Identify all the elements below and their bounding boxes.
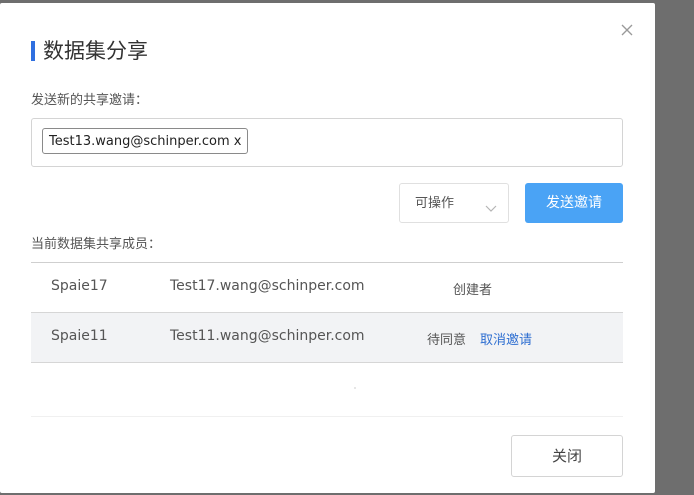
title-accent-bar <box>31 41 35 61</box>
members-table: Spaie17 Test17.wang@schinper.com 创建者 Spa… <box>31 262 623 363</box>
member-email: Test11.wang@schinper.com <box>170 328 365 344</box>
member-status: 创建者 <box>453 283 493 298</box>
divider-dot <box>354 387 356 389</box>
send-invite-button[interactable]: 发送邀请 <box>525 183 623 223</box>
table-row: Spaie17 Test17.wang@schinper.com 创建者 <box>31 263 623 313</box>
member-status: 待同意 <box>427 333 467 348</box>
footer-divider <box>31 416 623 417</box>
member-name: Spaie17 <box>51 278 108 294</box>
close-button[interactable]: 关闭 <box>511 435 623 477</box>
member-email: Test17.wang@schinper.com <box>170 278 365 294</box>
share-dataset-dialog: 数据集分享 发送新的共享邀请： Test13.wang@schinper.com… <box>0 3 655 493</box>
email-tag-text: Test13.wang@schinper.com <box>49 133 230 149</box>
send-invite-label: 发送新的共享邀请： <box>31 93 149 108</box>
permission-select-value: 可操作 <box>415 196 455 211</box>
chevron-down-icon <box>485 199 497 212</box>
members-label: 当前数据集共享成员： <box>31 237 162 252</box>
permission-select[interactable]: 可操作 <box>399 183 509 223</box>
email-tag: Test13.wang@schinper.com x <box>42 128 249 154</box>
close-icon[interactable] <box>618 21 636 39</box>
invite-email-input[interactable]: Test13.wang@schinper.com x <box>31 118 623 167</box>
dialog-title: 数据集分享 <box>43 39 148 63</box>
cancel-invite-link[interactable]: 取消邀请 <box>480 329 532 348</box>
table-row: Spaie11 Test11.wang@schinper.com 待同意 取消邀… <box>31 313 623 363</box>
remove-tag-button[interactable]: x <box>234 134 242 149</box>
member-name: Spaie11 <box>51 328 108 344</box>
